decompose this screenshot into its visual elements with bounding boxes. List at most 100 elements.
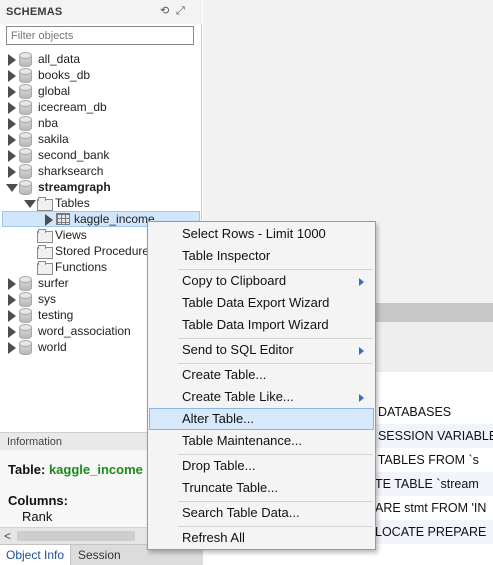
database-icon <box>19 308 32 323</box>
menu-item-table-inspector[interactable]: Table Inspector <box>149 245 374 267</box>
menu-item-drop-table[interactable]: Drop Table... <box>149 455 374 477</box>
menu-item-label: Table Maintenance... <box>182 433 302 448</box>
submenu-arrow-icon <box>359 394 364 402</box>
schema-label: global <box>38 84 71 98</box>
schema-label: testing <box>38 308 74 322</box>
folder-icon <box>37 197 53 211</box>
expand-arrow-icon[interactable] <box>6 325 16 338</box>
info-table-value: kaggle_income <box>48 462 143 477</box>
expand-arrow-icon[interactable] <box>6 53 16 66</box>
expand-arrow-icon[interactable] <box>6 341 16 354</box>
menu-item-label: Truncate Table... <box>182 480 279 495</box>
functions-folder[interactable]: Functions <box>37 259 107 275</box>
stored-procedures-folder[interactable]: Stored Procedures <box>37 243 155 259</box>
menu-item-copy-to-clipboard[interactable]: Copy to Clipboard <box>149 270 374 292</box>
menu-item-export-wizard[interactable]: Table Data Export Wizard <box>149 292 374 314</box>
tables-label: Tables <box>55 196 90 210</box>
menu-item-label: Drop Table... <box>182 458 256 473</box>
info-columns-label: Columns: <box>8 493 68 508</box>
schema-label: nba <box>38 116 59 130</box>
menu-item-import-wizard[interactable]: Table Data Import Wizard <box>149 314 374 336</box>
table-label: kaggle_income <box>74 212 155 226</box>
table-context-menu: Select Rows - Limit 1000 Table Inspector… <box>147 221 376 550</box>
menu-item-refresh-all[interactable]: Refresh All <box>149 527 374 549</box>
info-table-label: Table: <box>8 462 46 477</box>
schemas-title: SCHEMAS <box>6 6 63 18</box>
menu-item-label: Create Table Like... <box>182 389 294 404</box>
schema-item-surfer[interactable]: surfer <box>6 275 69 291</box>
expand-arrow-icon[interactable] <box>6 101 16 114</box>
schema-item-streamgraph[interactable]: streamgraph <box>6 179 111 195</box>
menu-item-search-table-data[interactable]: Search Table Data... <box>149 502 374 524</box>
database-icon <box>19 68 32 83</box>
schema-item-icecream-db[interactable]: icecream_db <box>6 99 107 115</box>
schema-item-books-db[interactable]: books_db <box>6 67 90 83</box>
menu-item-select-rows[interactable]: Select Rows - Limit 1000 <box>149 223 374 245</box>
schema-item-testing[interactable]: testing <box>6 307 73 323</box>
schema-item-second-bank[interactable]: second_bank <box>6 147 109 163</box>
menu-item-table-maintenance[interactable]: Table Maintenance... <box>149 430 374 452</box>
expand-arrow-icon[interactable] <box>43 213 53 226</box>
folder-icon <box>37 229 53 243</box>
views-folder[interactable]: Views <box>37 227 87 243</box>
database-icon <box>19 84 32 99</box>
scroll-left-icon[interactable]: < <box>4 529 11 543</box>
tab-session[interactable]: Session <box>72 545 127 565</box>
horizontal-scrollbar[interactable]: < <box>0 527 155 544</box>
scrollbar-thumb[interactable] <box>17 531 135 541</box>
schema-item-world[interactable]: world <box>6 339 67 355</box>
expand-arrow-icon[interactable] <box>6 117 16 130</box>
expand-arrow-icon[interactable] <box>6 277 16 290</box>
stored-procedures-label: Stored Procedures <box>55 244 156 258</box>
expand-arrow-icon[interactable] <box>6 149 16 162</box>
schema-label: books_db <box>38 68 91 82</box>
folder-icon <box>37 261 53 275</box>
functions-label: Functions <box>55 260 108 274</box>
menu-item-label: Search Table Data... <box>182 505 300 520</box>
tables-folder[interactable]: Tables <box>24 195 90 211</box>
expand-arrow-icon[interactable] <box>6 133 16 146</box>
menu-item-alter-table[interactable]: Alter Table... <box>149 408 374 430</box>
schema-label: all_data <box>38 52 81 66</box>
expand-arrow-icon[interactable] <box>6 165 16 178</box>
schema-label: sakila <box>38 132 69 146</box>
database-icon <box>19 148 32 163</box>
info-table-line: Table: kaggle_income <box>8 462 143 477</box>
menu-item-label: Table Inspector <box>182 248 271 263</box>
database-icon <box>19 52 32 67</box>
menu-item-send-to-sql-editor[interactable]: Send to SQL Editor <box>149 339 374 361</box>
expand-arrow-icon[interactable] <box>6 85 16 98</box>
expand-arrow-icon[interactable] <box>6 309 16 322</box>
tab-object-info[interactable]: Object Info <box>0 545 72 565</box>
collapse-arrow-icon[interactable] <box>24 197 36 209</box>
expand-arrow-icon[interactable] <box>6 293 16 306</box>
menu-item-truncate-table[interactable]: Truncate Table... <box>149 477 374 499</box>
schema-item-nba[interactable]: nba <box>6 115 58 131</box>
expand-icon[interactable]: ⤢ <box>176 5 188 17</box>
schema-item-all-data[interactable]: all_data <box>6 51 80 67</box>
schema-item-word-association[interactable]: word_association <box>6 323 131 339</box>
schema-item-sharksearch[interactable]: sharksearch <box>6 163 103 179</box>
menu-item-create-table-like[interactable]: Create Table Like... <box>149 386 374 408</box>
menu-item-label: Select Rows - Limit 1000 <box>182 226 326 241</box>
schema-item-global[interactable]: global <box>6 83 70 99</box>
menu-item-label: Table Data Export Wizard <box>182 295 330 310</box>
schema-item-sakila[interactable]: sakila <box>6 131 69 147</box>
schemas-header: SCHEMAS ⟲ ⤢ <box>0 0 202 24</box>
table-icon <box>56 213 70 225</box>
submenu-arrow-icon <box>359 278 364 286</box>
filter-objects-input[interactable] <box>6 26 194 45</box>
expand-arrow-icon[interactable] <box>6 69 16 82</box>
database-icon <box>19 180 32 195</box>
menu-item-label: Table Data Import Wizard <box>182 317 329 332</box>
refresh-icon[interactable]: ⟲ <box>160 5 172 17</box>
menu-item-create-table[interactable]: Create Table... <box>149 364 374 386</box>
schema-item-sys[interactable]: sys <box>6 291 56 307</box>
database-icon <box>19 276 32 291</box>
database-icon <box>19 132 32 147</box>
collapse-arrow-icon[interactable] <box>6 181 18 193</box>
menu-item-label: Refresh All <box>182 530 245 545</box>
database-icon <box>19 292 32 307</box>
database-icon <box>19 324 32 339</box>
database-icon <box>19 100 32 115</box>
